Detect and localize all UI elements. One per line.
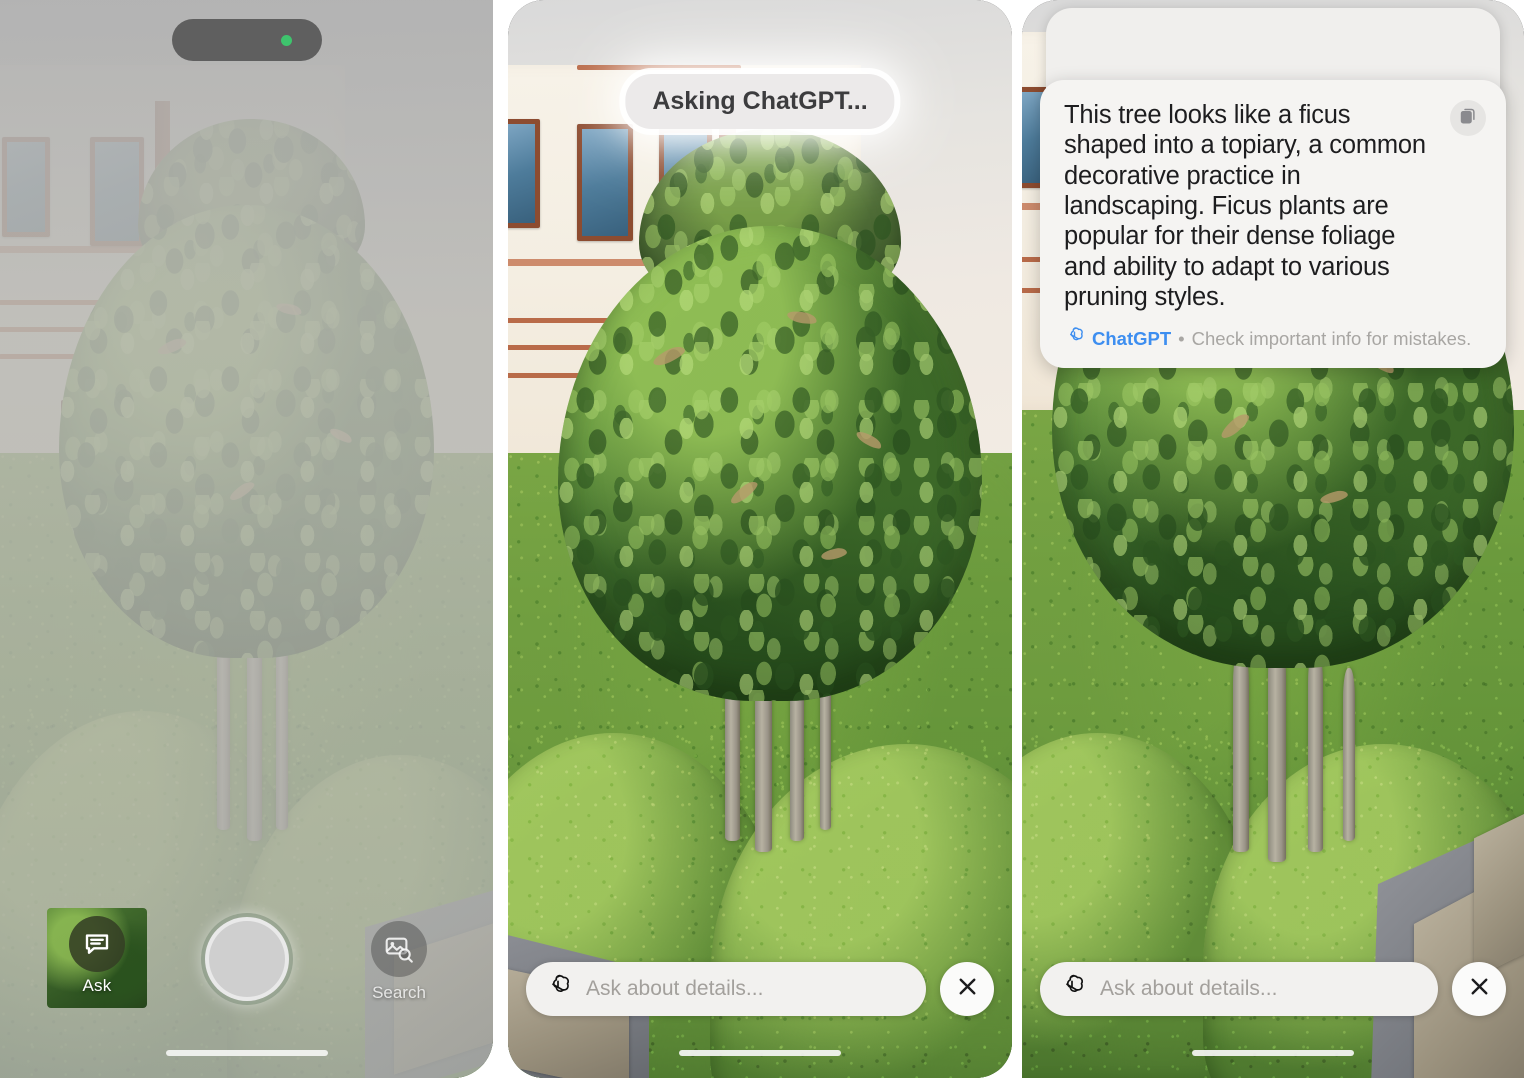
ask-bar-2: Ask about details... [508,962,1012,1016]
roof-rail [577,64,742,70]
camera-active-indicator-icon [280,34,292,46]
panel-asking: Asking ChatGPT... Ask about details... [508,0,1012,1078]
panel-response: This tree looks like a ficus shaped into… [1022,0,1524,1078]
openai-logo-icon [1058,973,1086,1006]
home-indicator[interactable] [165,1050,328,1056]
response-text: This tree looks like a ficus shaped into… [1064,101,1426,312]
openai-logo-icon [1064,326,1085,352]
search-button-label: Search [372,983,426,1002]
attribution-disclaimer: Check important info for mistakes. [1191,328,1472,350]
close-icon [955,974,980,1004]
attribution-separator: • [1178,328,1185,350]
home-indicator[interactable] [679,1050,841,1056]
panel-gap [1012,0,1022,1078]
image-search-icon [371,921,427,977]
tree-trunk [1232,646,1249,852]
window [508,119,541,228]
chat-bubble-icon [69,916,125,972]
copy-icon [1459,106,1478,130]
ask-input-2[interactable]: Ask about details... [526,962,926,1016]
close-ask-button-3[interactable] [1452,962,1506,1016]
attribution-brand: ChatGPT [1092,328,1172,350]
tree-trunk [1267,636,1286,863]
asking-status-pill: Asking ChatGPT... [625,74,895,129]
openai-logo-icon [544,973,572,1006]
shutter-button[interactable] [204,917,289,1001]
tree-trunk [1308,646,1324,852]
asking-status-label: Asking ChatGPT... [625,74,895,129]
screenshot-strip: Ask Search Asking ChatGPT... Ask about d… [0,0,1524,1078]
ask-button[interactable]: Ask [47,908,147,1008]
copy-button[interactable] [1450,100,1486,136]
close-icon [1467,974,1492,1004]
panel-gap [493,0,508,1078]
ask-bar-3: Ask about details... [1022,962,1524,1016]
dynamic-island [171,19,322,61]
search-button[interactable]: Search [363,921,435,1003]
window [577,123,634,242]
chatgpt-response-card: This tree looks like a ficus shaped into… [1040,80,1506,369]
ask-input-placeholder-3: Ask about details... [1100,977,1278,1000]
response-attribution: ChatGPT • Check important info for mista… [1064,326,1484,352]
ask-input-3[interactable]: Ask about details... [1040,962,1438,1016]
camera-scene-2 [508,0,1012,1078]
ask-button-label: Ask [82,976,112,995]
ask-input-placeholder-2: Ask about details... [586,977,764,1000]
panel-viewfinder: Ask Search [0,0,493,1078]
tree-trunk [1343,668,1356,841]
close-ask-button-2[interactable] [940,962,994,1016]
home-indicator[interactable] [1192,1050,1354,1056]
camera-controls: Ask Search [0,903,493,1078]
